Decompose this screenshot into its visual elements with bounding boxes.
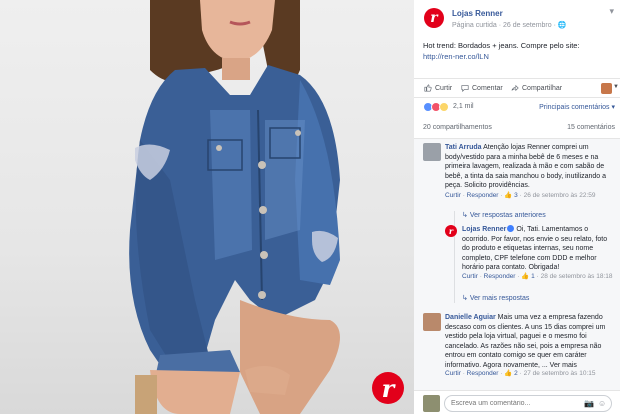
chevron-down-icon[interactable]: ▼ [613,84,619,90]
reply-text: Lojas Renner Oi, Tati. Lamentamos o ocor… [462,225,614,273]
reactions-row[interactable]: 2,1 mil Principais comentários ▾ [423,102,615,114]
like-count-value: 2 [514,370,518,377]
comment-date[interactable]: 26 de setembro às 22:59 [524,192,596,199]
reply-reply-link[interactable]: Responder [484,273,516,280]
view-previous-replies-label: Ver respostas anteriores [469,212,546,219]
comment-composer: 📷 ☺ [414,390,620,414]
reaction-avatar-selector[interactable] [601,83,612,94]
post-options-chevron-icon[interactable]: ▾ [609,6,614,17]
share-icon [511,84,519,92]
reply-like-count[interactable]: 👍 1 [521,273,535,280]
like-button[interactable]: Curtir [424,84,452,92]
page-liked-label: Página curtida [452,22,497,29]
model-denim-jacket-image [129,0,340,414]
post-actions-bar: Curtir Comentar Compartilhar ▼ [414,78,620,98]
shares-count[interactable]: 20 compartilhamentos [423,124,492,131]
renner-logo-watermark: r [372,372,404,404]
post-link[interactable]: http://ren-ner.co/lLN [423,52,489,61]
comment-like-count[interactable]: 👍 2 [504,370,518,377]
comment-like-count[interactable]: 👍 3 [504,192,518,199]
view-previous-replies-link[interactable]: ↳ Ver respostas anteriores [462,211,546,219]
verified-badge-icon [507,225,515,232]
post-meta: Página curtida · 26 de setembro · 🌐 [452,22,567,29]
reply-arrow-icon: ↳ [462,212,468,219]
reply-arrow-icon: ↳ [462,295,468,302]
post-header: r Lojas Renner Página curtida · 26 de se… [422,6,614,30]
comment-like-link[interactable]: Curtir [445,370,461,377]
like-count-value: 1 [531,273,535,280]
reply-like-link[interactable]: Curtir [462,273,478,280]
avatar[interactable] [423,313,441,331]
comment-icon [461,85,469,92]
comment-button[interactable]: Comentar [461,84,503,92]
reply-footer: Curtir · Responder · 👍 1 · 28 de setembr… [462,273,613,280]
comment-text: Danielle Aguiar Mais uma vez a empresa f… [445,313,613,370]
thumbs-up-icon [424,84,432,92]
view-more-replies-label: Ver mais respostas [469,295,530,302]
reaction-count[interactable]: 2,1 mil [453,103,474,110]
comment-footer: Curtir · Responder · 👍 2 · 27 de setembr… [445,370,596,377]
top-comments-dropdown[interactable]: Principais comentários ▾ [539,103,615,111]
comment-reply-link[interactable]: Responder [467,370,499,377]
comments-count[interactable]: 15 comentários [567,124,615,131]
reply-author[interactable]: Lojas Renner [462,226,506,233]
thread-line [454,211,455,303]
share-label: Compartilhar [522,84,563,92]
post-date[interactable]: 26 de setembro [503,22,552,29]
share-button[interactable]: Compartilhar [511,84,562,92]
like-reaction-icon: 👍 [521,273,530,280]
wow-reaction-icon [439,102,449,112]
like-reaction-icon: 👍 [504,370,513,377]
like-count-value: 3 [514,192,518,199]
comment-footer: Curtir · Responder · 👍 3 · 26 de setembr… [445,192,596,199]
reply-date[interactable]: 28 de setembro às 18:18 [541,273,613,280]
avatar[interactable] [423,143,441,161]
comment-like-link[interactable]: Curtir [445,192,461,199]
comment-reply-link[interactable]: Responder [467,192,499,199]
post-text: Hot trend: Bordados + jeans. Compre pelo… [423,40,615,62]
view-more-replies-link[interactable]: ↳ Ver mais respostas [462,294,529,302]
post-caption: Hot trend: Bordados + jeans. Compre pelo… [423,41,580,50]
comment-text: Tati Arruda Atenção lojas Renner comprei… [445,143,613,191]
camera-icon[interactable]: 📷 [584,399,594,408]
comments-section: Tati Arruda Atenção lojas Renner comprei… [414,138,620,390]
sticker-icon[interactable]: ☺ [598,399,606,408]
globe-icon: 🌐 [557,22,567,29]
like-label: Curtir [435,84,453,92]
comment-content: Mais uma vez a empresa fazendo descaso c… [445,314,606,369]
comment-author[interactable]: Tati Arruda [445,144,482,151]
page-name-link[interactable]: Lojas Renner [452,9,503,18]
comment-author[interactable]: Danielle Aguiar [445,314,496,321]
comment-label: Comentar [472,84,503,92]
like-reaction-icon: 👍 [504,192,513,199]
comment-date[interactable]: 27 de setembro às 10:15 [524,370,596,377]
post-stats: 20 compartilhamentos 15 comentários [423,124,615,136]
page-avatar[interactable]: r [424,8,444,28]
post-photo[interactable]: r [0,0,414,414]
post-panel: r Lojas Renner Página curtida · 26 de se… [414,0,620,414]
avatar[interactable]: r [445,225,457,237]
avatar [423,395,440,412]
